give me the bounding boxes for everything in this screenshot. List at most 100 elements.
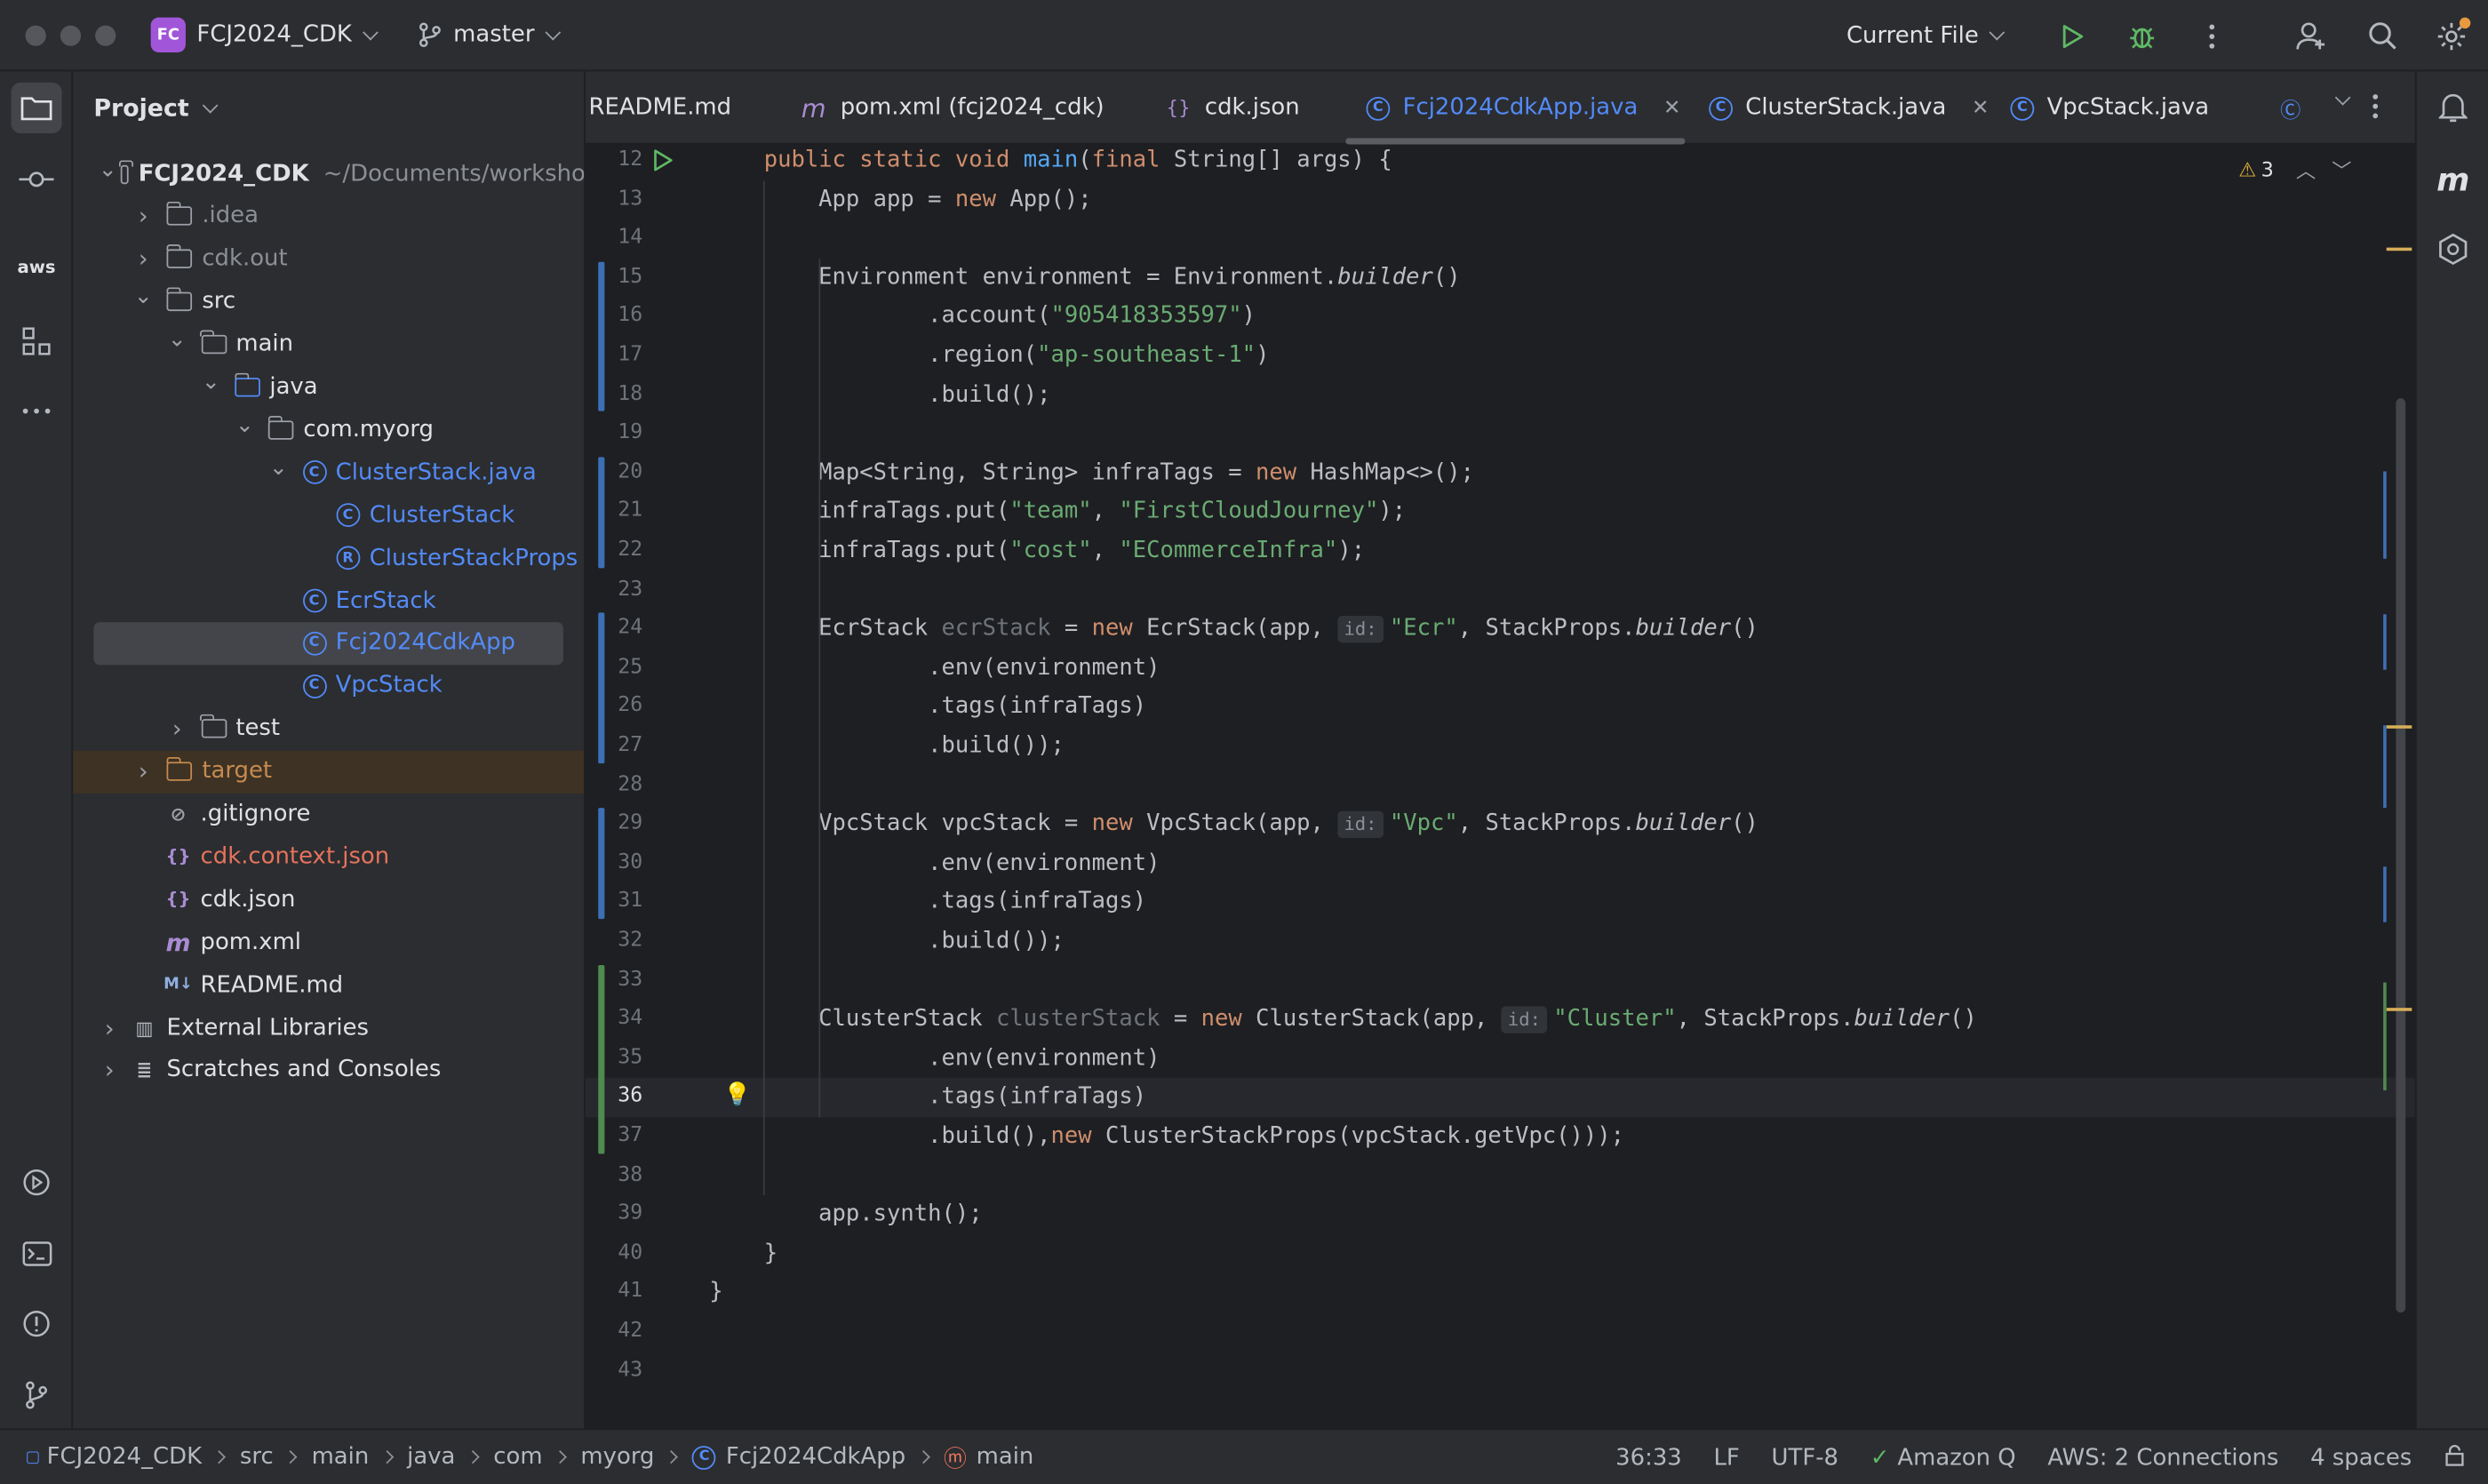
code-line[interactable]: .tags(infraTags) <box>709 688 1146 727</box>
warning-marker[interactable] <box>2386 1008 2412 1011</box>
caret-position[interactable]: 36:33 <box>1615 1445 1682 1471</box>
vcs-change-marker[interactable] <box>598 964 605 1153</box>
tab-options-icon[interactable] <box>2372 93 2379 125</box>
code-line[interactable]: .env(environment) <box>709 1040 1160 1079</box>
tree-item[interactable]: ⌄ FCJ2024_CDK ~/Documents/worksho <box>73 152 584 195</box>
chevron-down-icon[interactable]: ⌄ <box>234 412 256 438</box>
tree-item[interactable]: ⊘ .gitignore <box>73 793 584 835</box>
read-only-lock-icon[interactable] <box>2444 1443 2466 1472</box>
chevron-down-icon[interactable]: ⌄ <box>132 284 155 310</box>
code-line[interactable]: App app = new App(); <box>709 180 1091 219</box>
code-line[interactable]: .env(environment) <box>709 844 1160 883</box>
tree-item[interactable]: C Fcj2024CdkApp <box>93 621 563 666</box>
tree-item[interactable]: › test <box>73 707 584 750</box>
add-user-icon[interactable] <box>2294 19 2329 53</box>
tree-item[interactable]: ⌄ java <box>73 366 584 409</box>
code-line[interactable]: .build(),new ClusterStackProps(vpcStack.… <box>709 1117 1624 1156</box>
tree-item[interactable]: › .idea <box>73 195 584 237</box>
code-line[interactable]: .account("905418353597") <box>709 298 1256 337</box>
code-line[interactable]: public static void main(final String[] a… <box>709 145 1392 180</box>
close-tab-icon[interactable]: ✕ <box>1663 96 1680 120</box>
code-line[interactable]: } <box>709 1234 778 1273</box>
close-tab-icon[interactable]: ✕ <box>1972 96 1989 120</box>
close-window-button[interactable] <box>25 24 46 45</box>
editor-tab[interactable]: C Fcj2024CdkApp.java ✕ <box>1366 71 1680 142</box>
amazon-q-icon[interactable] <box>2428 224 2478 275</box>
code-line[interactable]: } <box>709 1273 722 1312</box>
indent-setting[interactable]: 4 spaces <box>2310 1445 2412 1471</box>
project-panel-header[interactable]: Project <box>73 71 584 144</box>
code-line[interactable]: Environment environment = Environment.bu… <box>709 259 1460 298</box>
tree-item[interactable]: m pom.xml <box>73 921 584 963</box>
vcs-change-marker[interactable] <box>598 808 605 920</box>
tree-item[interactable]: {} cdk.context.json <box>73 835 584 878</box>
previous-highlight-icon[interactable]: ︿ <box>2296 154 2316 184</box>
tree-item[interactable]: ⌄ C ClusterStack.java <box>73 451 584 494</box>
breadcrumb-item[interactable]: myorg <box>580 1444 654 1470</box>
editor-tab[interactable]: README.md <box>588 71 731 142</box>
problems-tool-icon[interactable] <box>11 1298 61 1349</box>
services-tool-icon[interactable] <box>11 1157 61 1208</box>
editor-tab[interactable]: C VpcStack.java <box>2010 71 2209 142</box>
aws-toolkit-icon[interactable]: aws <box>11 241 61 291</box>
project-badge[interactable]: FC <box>150 17 186 52</box>
tree-item[interactable]: C VpcStack <box>73 665 584 707</box>
maven-tool-icon[interactable]: m <box>2428 154 2478 204</box>
code-line[interactable]: ClusterStack clusterStack = new ClusterS… <box>709 1001 1977 1040</box>
code-editor[interactable]: 12 public static void main(final String[… <box>585 144 2415 1429</box>
code-line[interactable]: Map<String, String> infraTags = new Hash… <box>709 453 1474 492</box>
warning-marker[interactable] <box>2386 247 2412 251</box>
chevron-down-icon[interactable]: ⌄ <box>200 370 222 395</box>
terminal-tool-icon[interactable] <box>11 1228 61 1279</box>
breadcrumb-item[interactable]: java <box>407 1444 455 1470</box>
editor-tab[interactable]: {} cdk.json <box>1166 71 1299 142</box>
chevron-right-icon[interactable]: › <box>132 245 155 274</box>
more-tools-icon[interactable] <box>11 386 61 436</box>
inspection-widget[interactable]: ⚠ 3 ︿ ﹀ <box>2238 154 2351 184</box>
breadcrumb-item[interactable]: com <box>493 1444 542 1470</box>
project-switcher[interactable]: FCJ2024_CDK <box>186 22 379 48</box>
tree-item[interactable]: M↓ README.md <box>73 963 584 1006</box>
code-line[interactable]: app.synth(); <box>709 1195 982 1234</box>
chevron-right-icon[interactable]: › <box>166 714 188 743</box>
breadcrumb-item[interactable]: main <box>977 1444 1034 1470</box>
run-icon[interactable] <box>2054 19 2089 53</box>
minimize-window-button[interactable] <box>60 24 82 45</box>
next-highlight-icon[interactable]: ﹀ <box>2332 154 2351 184</box>
tree-item[interactable]: R ClusterStackProps <box>73 537 584 579</box>
chevron-right-icon[interactable]: › <box>99 1056 121 1084</box>
vcs-change-marker[interactable] <box>598 457 605 568</box>
chevron-right-icon[interactable]: › <box>132 203 155 231</box>
branch-switcher[interactable]: master <box>417 22 561 48</box>
structure-tool-icon[interactable] <box>11 315 61 366</box>
code-line[interactable]: .region("ap-southeast-1") <box>709 337 1269 376</box>
more-actions-icon[interactable] <box>2195 19 2229 53</box>
breadcrumb-item[interactable]: Fcj2024CdkApp <box>726 1444 905 1470</box>
search-icon[interactable] <box>2364 19 2399 53</box>
git-tool-icon[interactable] <box>11 1369 61 1420</box>
code-line[interactable]: VpcStack vpcStack = new VpcStack(app, id… <box>709 805 1758 844</box>
run-config-selector[interactable]: Current File <box>1846 23 2006 48</box>
code-line[interactable]: .build(); <box>709 376 1050 415</box>
file-encoding[interactable]: UTF-8 <box>1772 1445 1839 1471</box>
tree-item[interactable]: C EcrStack <box>73 579 584 622</box>
tree-item[interactable]: › ≣ Scratches and Consoles <box>73 1049 584 1091</box>
tree-item[interactable]: › ▥ External Libraries <box>73 1006 584 1049</box>
tree-item[interactable]: ⌄ src <box>73 281 584 323</box>
tree-item[interactable]: C ClusterStack <box>73 494 584 537</box>
chevron-down-icon[interactable]: ⌄ <box>166 327 188 353</box>
tree-item[interactable]: › target <box>73 750 585 794</box>
tree-item[interactable]: ⌄ com.myorg <box>73 409 584 451</box>
code-line[interactable]: .tags(infraTags) <box>709 883 1146 922</box>
tree-item[interactable]: › cdk.out <box>73 238 584 281</box>
chevron-right-icon[interactable]: › <box>99 1013 121 1041</box>
aws-connections[interactable]: AWS: 2 Connections <box>2047 1445 2278 1471</box>
breadcrumb-item[interactable]: main <box>312 1444 370 1470</box>
debug-icon[interactable] <box>2125 19 2159 53</box>
editor-tab[interactable]: m pom.xml (fcj2024_cdk) <box>801 71 1104 142</box>
commit-tool-icon[interactable] <box>11 154 61 204</box>
tree-item[interactable]: ⌄ main <box>73 323 584 366</box>
project-tool-icon[interactable] <box>11 82 62 134</box>
run-gutter-icon[interactable] <box>652 148 674 178</box>
code-line[interactable]: infraTags.put("team", "FirstCloudJourney… <box>709 492 1406 531</box>
